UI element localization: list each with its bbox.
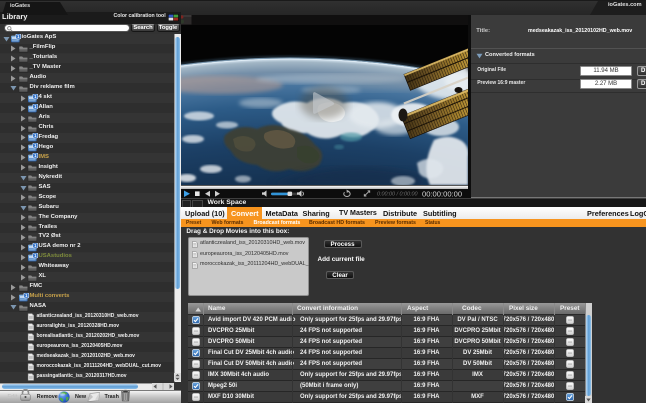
svg-text:0:00:00 / 0:00:00: 0:00:00 / 0:00:00 xyxy=(377,191,417,197)
svg-text:00:00:00:00: 00:00:00:00 xyxy=(422,189,462,198)
